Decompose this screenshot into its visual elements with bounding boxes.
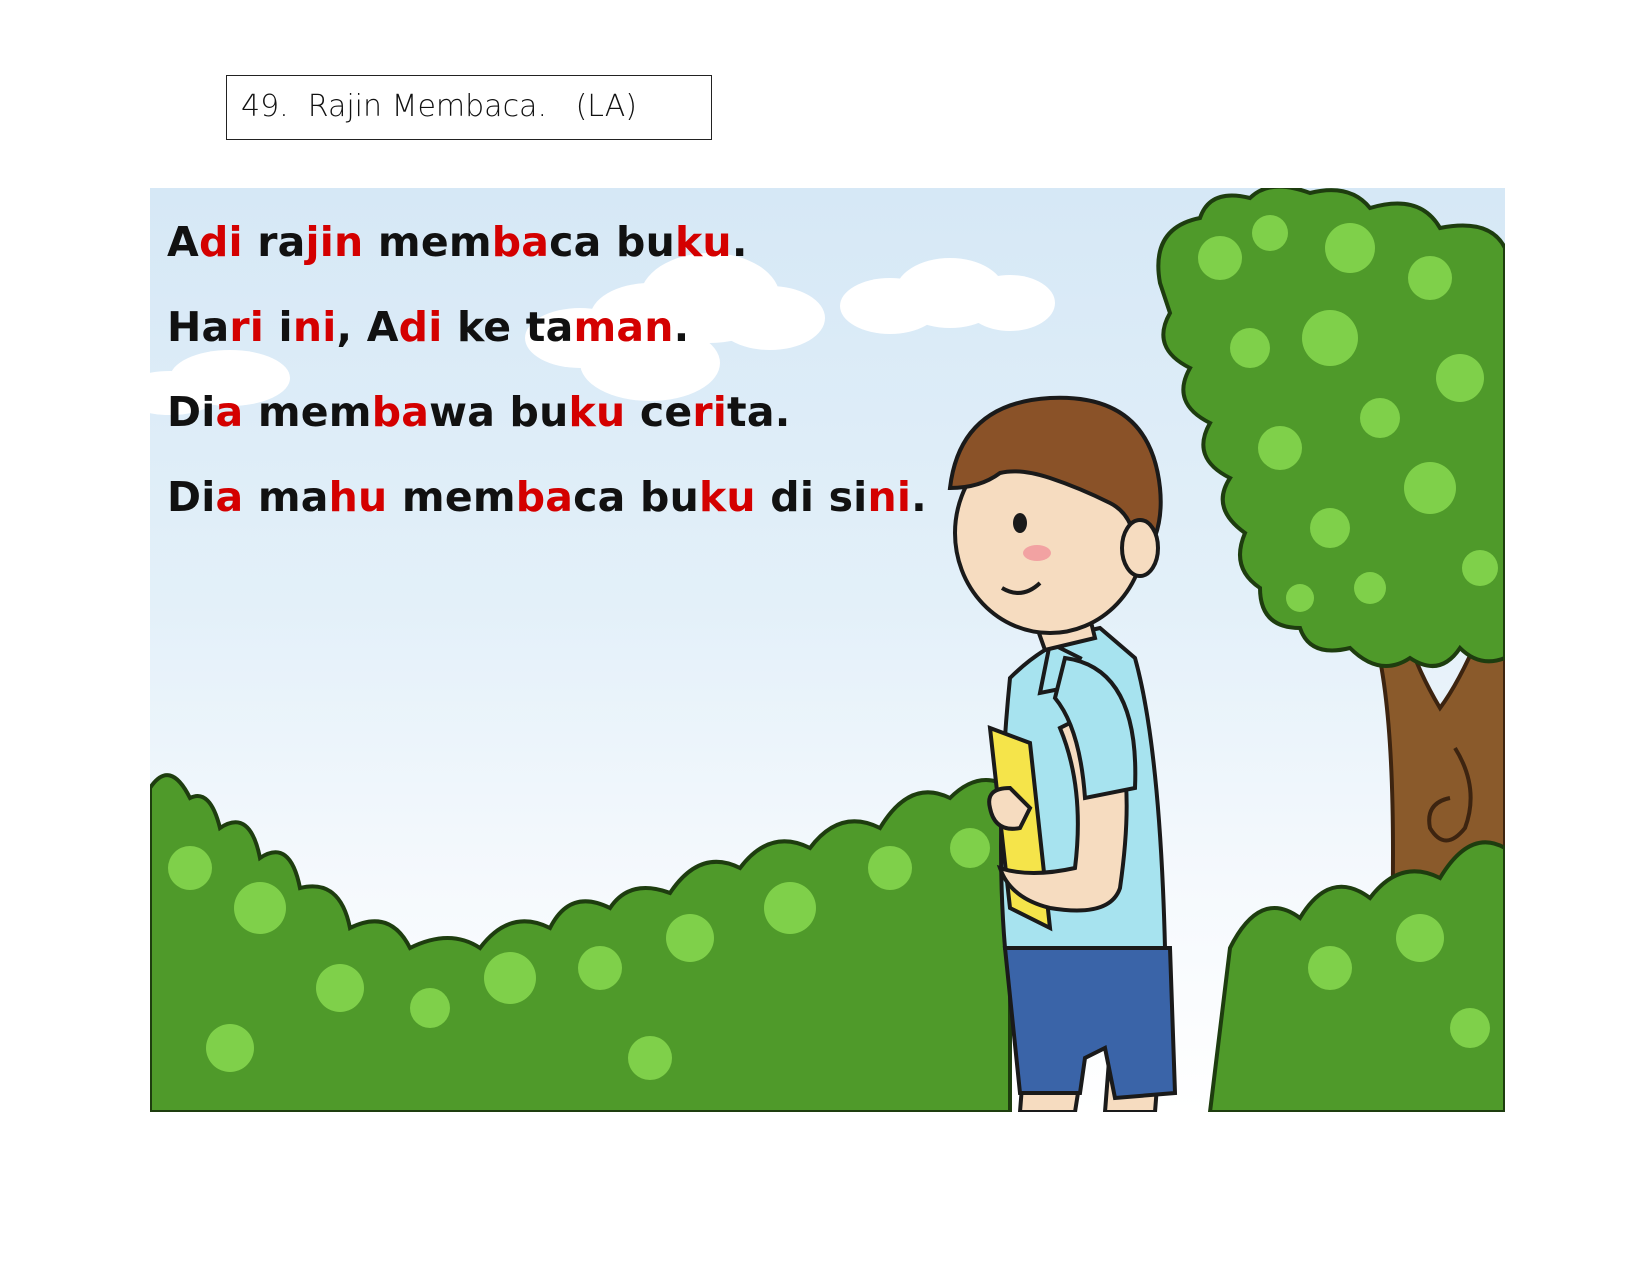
highlighted-syllable: ku	[568, 388, 626, 436]
text-segment: , A	[336, 303, 399, 351]
text-segment: .	[673, 303, 690, 351]
highlighted-syllable: ku	[674, 218, 732, 266]
text-segment: ke ta	[442, 303, 574, 351]
text-segment: ca bu	[573, 473, 699, 521]
text-segment: mem	[363, 218, 492, 266]
highlighted-syllable: ni	[292, 303, 337, 351]
highlighted-syllable: a	[215, 388, 244, 436]
text-segment: Di	[167, 388, 216, 436]
tree-canopy	[1156, 188, 1505, 668]
text-segment: ra	[242, 218, 306, 266]
text-segment: Ha	[167, 303, 230, 351]
highlighted-syllable: a	[215, 473, 244, 521]
text-segment: i	[264, 303, 293, 351]
highlighted-syllable: di	[398, 303, 443, 351]
bushes	[150, 773, 1505, 1112]
text-segment: ce	[625, 388, 693, 436]
highlighted-syllable: man	[573, 303, 674, 351]
highlighted-syllable: ri	[692, 388, 728, 436]
highlighted-syllable: hu	[328, 473, 388, 521]
reading-sentences: Adi rajin membaca buku. Hari ini, Adi ke …	[167, 200, 927, 540]
highlighted-syllable: jin	[305, 218, 364, 266]
text-segment: ca bu	[549, 218, 675, 266]
highlighted-syllable: ku	[698, 473, 756, 521]
sentence-1: Adi rajin membaca buku.	[167, 200, 927, 285]
text-segment: mem	[243, 388, 372, 436]
text-segment: di si	[755, 473, 868, 521]
highlighted-syllable: ba	[515, 473, 574, 521]
sentence-3: Dia membawa buku cerita.	[167, 370, 927, 455]
text-segment: Di	[167, 473, 216, 521]
highlighted-syllable: ri	[229, 303, 265, 351]
text-segment: ma	[243, 473, 329, 521]
text-segment: wa bu	[429, 388, 569, 436]
highlighted-syllable: di	[198, 218, 243, 266]
highlighted-syllable: ba	[371, 388, 430, 436]
worksheet-title: 49. Rajin Membaca. (LA)	[226, 75, 712, 140]
highlighted-syllable: ba	[491, 218, 550, 266]
text-segment: mem	[387, 473, 516, 521]
highlighted-syllable: ni	[867, 473, 912, 521]
text-segment: A	[167, 218, 199, 266]
text-segment: .	[731, 218, 748, 266]
text-segment: ta.	[727, 388, 791, 436]
sentence-2: Hari ini, Adi ke taman.	[167, 285, 927, 370]
sentence-4: Dia mahu membaca buku di sini.	[167, 455, 927, 540]
text-segment: .	[911, 473, 927, 521]
